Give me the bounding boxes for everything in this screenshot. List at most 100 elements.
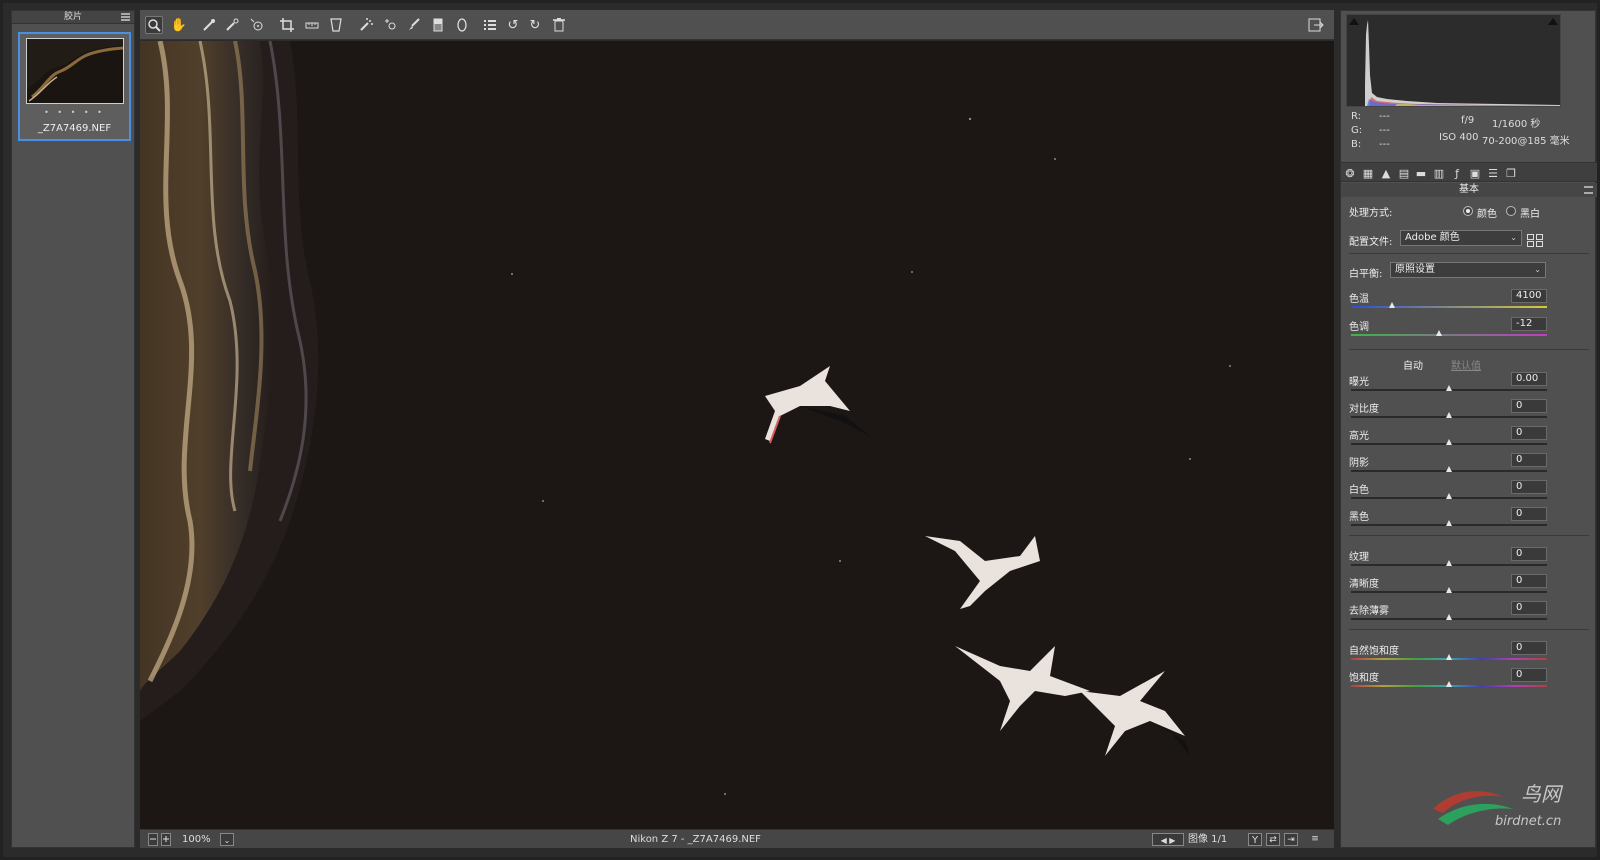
slider-4-handle[interactable] [1446, 439, 1452, 445]
slider-5-value-field[interactable]: 0 [1511, 453, 1547, 467]
filmstrip-thumbnail[interactable]: • • • • • _Z7A7469.NEF [18, 32, 131, 141]
slider-5-handle[interactable] [1446, 466, 1452, 472]
default-link[interactable]: 默认值 [1451, 357, 1481, 372]
slider-4-value-field[interactable]: 0 [1511, 426, 1547, 440]
file-caption: Nikon Z 7 - _Z7A7469.NEF [630, 834, 761, 845]
slider-8-label: 纹理 [1349, 552, 1369, 563]
divider [1349, 253, 1589, 254]
open-object-icon[interactable] [1307, 16, 1325, 34]
slider-0-value-field[interactable]: 4100 [1511, 289, 1547, 303]
slider-11-value-field[interactable]: 0 [1511, 641, 1547, 655]
slider-2-value-field[interactable]: 0.00 [1511, 372, 1547, 386]
radial-filter-icon[interactable] [453, 16, 471, 34]
swap-settings-icon[interactable]: ⇄ [1266, 833, 1280, 846]
treatment-label: 处理方式: [1349, 208, 1393, 219]
hand-icon[interactable]: ✋ [170, 16, 188, 34]
slider-2-handle[interactable] [1446, 385, 1452, 391]
aperture: f/9 [1461, 115, 1475, 126]
before-after-y-icon[interactable]: Y [1248, 833, 1262, 846]
slider-7-value-field[interactable]: 0 [1511, 507, 1547, 521]
slider-3-value-field[interactable]: 0 [1511, 399, 1547, 413]
rotate-ccw-icon[interactable]: ↺ [504, 16, 522, 34]
iso: ISO 400 [1439, 132, 1479, 143]
treatment-bw-radio[interactable] [1506, 206, 1516, 216]
copy-settings-icon[interactable]: ⇥ [1284, 833, 1298, 846]
filmstrip-title: 胶片 [63, 12, 82, 22]
transform-icon[interactable] [327, 16, 345, 34]
slider-11-handle[interactable] [1446, 654, 1452, 660]
slider-0-handle[interactable] [1389, 302, 1395, 308]
tab-split-toning-icon[interactable]: ▬ [1414, 166, 1428, 180]
slider-6-label: 白色 [1349, 485, 1369, 496]
tab-basic-icon[interactable]: ❂ [1343, 166, 1357, 180]
profile-dropdown[interactable]: Adobe 颜色 ⌄ [1400, 230, 1522, 246]
trash-icon[interactable] [550, 16, 568, 34]
thumbnail-rating[interactable]: • • • • • [20, 108, 129, 117]
camera-raw-window: 胶片 • • • • • _Z7A7469.NEF ✋ ↺ ↻ 100% ⌄ N… [0, 0, 1600, 860]
slider-10-handle[interactable] [1446, 614, 1452, 620]
red-eye-icon[interactable] [382, 16, 400, 34]
slider-2-label: 曝光 [1349, 377, 1369, 388]
image-nav-arrows[interactable]: ◀ ▶ [1152, 833, 1184, 846]
zoom-dropdown-icon[interactable]: ⌄ [220, 833, 234, 846]
slider-12-handle[interactable] [1446, 681, 1452, 687]
presets-list-icon[interactable] [481, 16, 499, 34]
slider-1-value-field[interactable]: -12 [1511, 317, 1547, 331]
profile-browser-icon[interactable] [1527, 232, 1543, 247]
g-value: --- [1379, 125, 1390, 136]
treatment-bw-label: 黑白 [1520, 209, 1540, 220]
target-adjust-icon[interactable] [248, 16, 266, 34]
adjustment-brush-icon[interactable] [405, 16, 423, 34]
slider-9-label: 清晰度 [1349, 579, 1379, 590]
g-label: G: [1351, 125, 1363, 136]
zoom-icon[interactable] [145, 16, 163, 34]
slider-0-track[interactable] [1351, 306, 1547, 308]
spot-removal-icon[interactable] [357, 16, 375, 34]
slider-9-value-field[interactable]: 0 [1511, 574, 1547, 588]
tab-snapshots-icon[interactable]: ❐ [1504, 166, 1518, 180]
divider [1349, 535, 1589, 536]
slider-7-handle[interactable] [1446, 520, 1452, 526]
chevron-down-icon: ⌄ [1534, 265, 1541, 274]
section-menu-icon[interactable] [1584, 186, 1593, 194]
wb-label: 白平衡: [1349, 269, 1383, 280]
zoom-out-button[interactable] [148, 833, 158, 846]
slider-8-value-field[interactable]: 0 [1511, 547, 1547, 561]
slider-10-value-field[interactable]: 0 [1511, 601, 1547, 615]
slider-9-handle[interactable] [1446, 587, 1452, 593]
toggle-settings-icon[interactable]: ≡ [1308, 833, 1322, 846]
white-balance-dropdown[interactable]: 原照设置 ⌄ [1390, 262, 1546, 278]
tab-presets-icon[interactable]: ☰ [1486, 166, 1500, 180]
tab-tone-curve-icon[interactable]: ▦ [1361, 166, 1375, 180]
crop-icon[interactable] [278, 16, 296, 34]
filmstrip-menu-icon[interactable] [121, 13, 130, 21]
slider-6-handle[interactable] [1446, 493, 1452, 499]
slider-8-handle[interactable] [1446, 560, 1452, 566]
tab-effects-icon[interactable]: ƒ [1450, 166, 1464, 180]
auto-link[interactable]: 自动 [1403, 357, 1423, 372]
graduated-filter-icon[interactable] [429, 16, 447, 34]
color-sampler-icon[interactable] [223, 16, 241, 34]
slider-12-value-field[interactable]: 0 [1511, 668, 1547, 682]
slider-1-label: 色调 [1349, 322, 1369, 333]
image-preview[interactable] [140, 41, 1334, 829]
slider-1-track[interactable] [1351, 334, 1547, 336]
rotate-cw-icon[interactable]: ↻ [526, 16, 544, 34]
treatment-color-label: 颜色 [1477, 209, 1497, 220]
white-balance-icon[interactable] [200, 16, 218, 34]
straighten-icon[interactable] [303, 16, 321, 34]
camera-readouts: R: --- G: --- B: --- f/9 1/1600 秒 ISO 40… [1349, 111, 1594, 159]
tab-hsl-icon[interactable]: ▤ [1397, 166, 1411, 180]
zoom-in-button[interactable] [161, 833, 171, 846]
toolbar: ✋ ↺ ↻ [140, 10, 1334, 40]
highlight-clipping-icon[interactable] [1548, 18, 1558, 25]
tab-detail-icon[interactable]: ▲ [1379, 166, 1393, 180]
tab-calibration-icon[interactable]: ▣ [1468, 166, 1482, 180]
slider-3-handle[interactable] [1446, 412, 1452, 418]
shadow-clipping-icon[interactable] [1349, 18, 1359, 25]
tab-lens-icon[interactable]: ▥ [1432, 166, 1446, 180]
slider-6-value-field[interactable]: 0 [1511, 480, 1547, 494]
slider-1-handle[interactable] [1436, 330, 1442, 336]
slider-3-label: 对比度 [1349, 404, 1379, 415]
treatment-color-radio[interactable] [1463, 206, 1473, 216]
